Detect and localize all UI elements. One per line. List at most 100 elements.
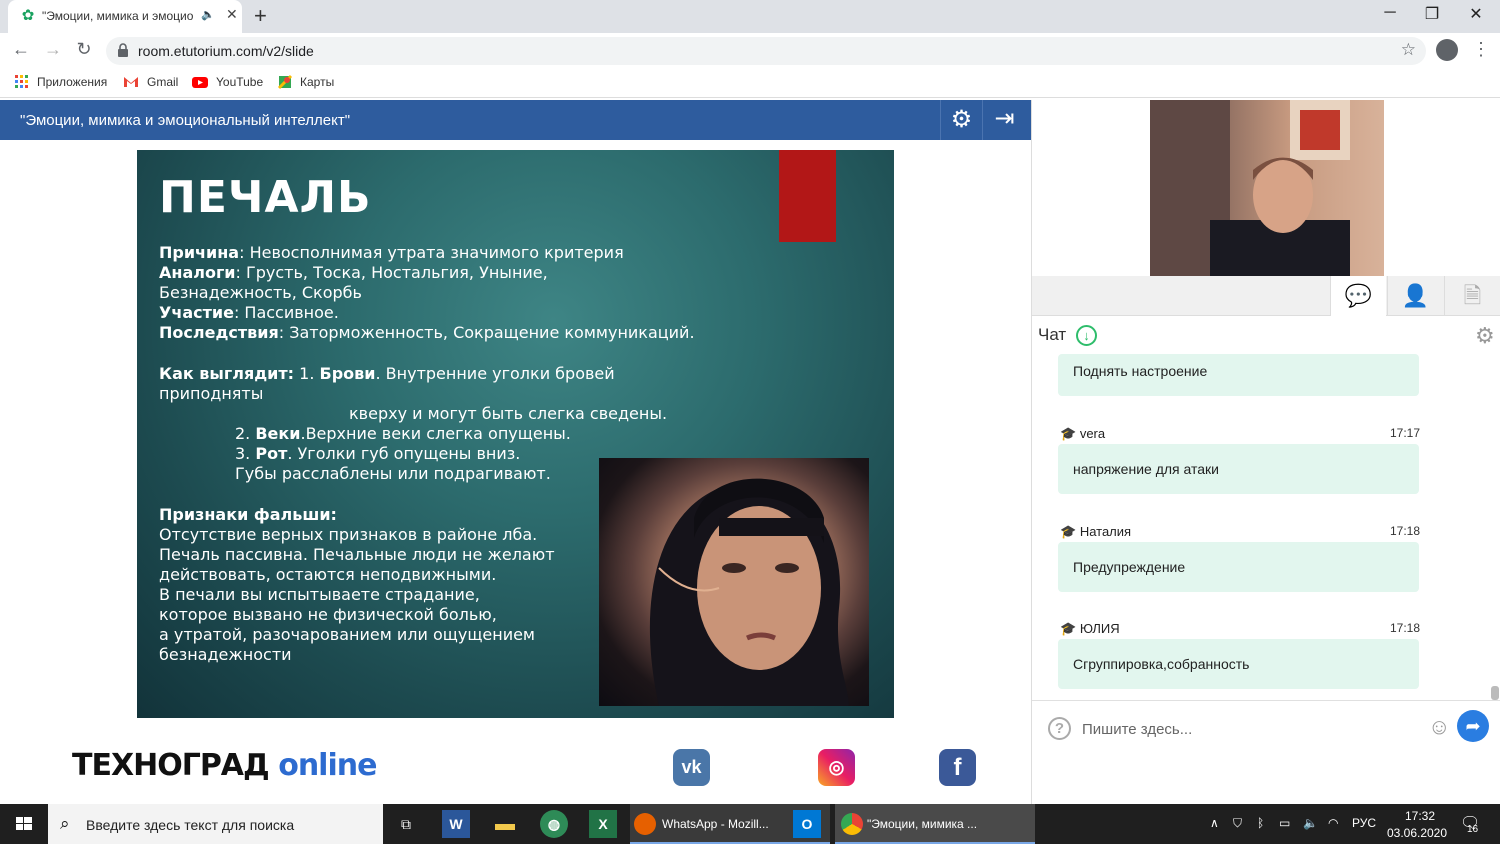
youtube-icon (192, 77, 208, 88)
facebook-icon[interactable]: f (939, 749, 976, 786)
taskbar-search-placeholder: Введите здесь текст для поиска (86, 817, 295, 833)
slide-line-consequences: Последствия: Заторможенность, Сокращение… (159, 323, 695, 342)
chat-message-author: 🎓 vera (1060, 426, 1106, 441)
presentation-slide: ПЕЧАЛЬ Причина: Невосполнимая утрата зна… (137, 150, 894, 718)
tray-expand-icon[interactable]: ∧ (1210, 816, 1219, 830)
minimize-button[interactable]: ─ (1370, 4, 1410, 22)
file-explorer-icon[interactable]: ▬ (491, 810, 519, 838)
panel-tabs: 💬 👤 🗎 (1032, 276, 1500, 316)
exit-room-icon[interactable]: ⇥ (982, 100, 1026, 140)
emoji-icon[interactable]: ☺ (1428, 714, 1450, 740)
excel-icon[interactable]: X (589, 810, 617, 838)
webinar-header: "Эмоции, мимика и эмоциональный интеллек… (0, 100, 1031, 140)
sad-woman-photo (599, 458, 869, 706)
slide-line-fs1: Отсутствие верных признаков в районе лба… (159, 525, 538, 544)
presenter-video (1150, 100, 1384, 276)
chat-message-bubble: Предупреждение (1058, 542, 1419, 592)
word-icon[interactable]: W (442, 810, 470, 838)
vk-icon[interactable]: vk (673, 749, 710, 786)
apps-grid-icon (15, 75, 28, 88)
maps-icon (277, 74, 293, 90)
send-button[interactable]: ➦ (1457, 710, 1489, 742)
chat-message-bubble: Сгруппировка,собранность (1058, 639, 1419, 689)
reload-button[interactable]: ↻ (72, 39, 96, 60)
profile-avatar-icon[interactable] (1436, 39, 1458, 61)
bookmark-youtube[interactable]: YouTube (216, 75, 263, 89)
help-icon[interactable]: ? (1048, 717, 1071, 740)
slide-red-accent (779, 150, 836, 242)
chat-composer: ? ☺ ➦ (1032, 700, 1500, 752)
technograd-logo: ТЕХНОГРАД online (72, 748, 377, 783)
maximize-button[interactable]: ❐ (1412, 4, 1452, 24)
chat-input[interactable] (1082, 715, 1422, 743)
bookmark-apps[interactable]: Приложения (37, 75, 107, 89)
slide-line-fs7: безнадежности (159, 645, 292, 664)
bookmark-maps[interactable]: Карты (300, 75, 334, 89)
slide-line-participation: Участие: Пассивное. (159, 303, 339, 322)
back-button[interactable]: ← (9, 39, 33, 60)
slide-line-fs6: а утратой, разочарованием или ощущением (159, 625, 535, 644)
settings-gear-icon[interactable]: ⚙ (940, 100, 982, 140)
slide-line-brows-cont2: кверху и могут быть слегка сведены. (349, 404, 668, 423)
tab-audio-icon[interactable]: 🔈 (201, 8, 215, 21)
chat-scrollbar[interactable] (1491, 686, 1499, 700)
tab-participants-icon[interactable]: 👤 (1387, 276, 1443, 316)
volume-icon[interactable]: 🔈 (1303, 816, 1318, 830)
battery-icon[interactable]: ▭ (1279, 816, 1290, 830)
instagram-icon[interactable]: ◎ (818, 749, 855, 786)
tab-close-icon[interactable]: ✕ (226, 6, 238, 23)
bookmark-gmail[interactable]: Gmail (147, 75, 178, 89)
tab-title: "Эмоции, мимика и эмоцио (42, 9, 194, 23)
bookmarks-bar: Приложения Gmail YouTube Карты (0, 68, 1500, 98)
clock-time[interactable]: 17:32 (1392, 809, 1448, 823)
clock-date[interactable]: 03.06.2020 (1386, 826, 1448, 840)
chat-settings-gear-icon[interactable]: ⚙ (1475, 323, 1495, 349)
task-view-icon[interactable]: ⧉ (392, 810, 420, 838)
defender-icon[interactable]: ⛉ (1233, 816, 1242, 831)
slide-line-mouth: 3. Рот. Уголки губ опущены вниз. (235, 444, 521, 463)
webinar-title: "Эмоции, мимика и эмоциональный интеллек… (20, 112, 351, 129)
search-icon: ⌕ (60, 814, 70, 833)
chat-message-time: 17:17 (1390, 426, 1421, 440)
chrome-icon (841, 813, 863, 835)
slide-line-fs4: В печали вы испытываете страдание, (159, 585, 480, 604)
windows-start-icon[interactable] (0, 804, 48, 844)
close-window-button[interactable]: ✕ (1456, 4, 1496, 24)
slide-line-analogs: Аналоги: Грусть, Тоска, Ностальгия, Унын… (159, 263, 548, 282)
chat-message-time: 17:18 (1390, 524, 1421, 538)
slide-line-fs2: Печаль пассивна. Печальные люди не желаю… (159, 545, 555, 564)
chat-message-time: 17:18 (1390, 621, 1421, 635)
slide-line-cause: Причина: Невосполнимая утрата значимого … (159, 243, 624, 262)
lock-icon (118, 43, 128, 57)
omnibox[interactable]: room.etutorium.com/v2/slide ☆ (106, 37, 1426, 65)
tab-files-icon[interactable]: 🗎 (1444, 276, 1500, 316)
slide-line-fs5: которое вызвано не физической болью, (159, 605, 497, 624)
slide-title: ПЕЧАЛЬ (159, 172, 372, 223)
firefox-icon (634, 813, 656, 835)
browser-tab-active[interactable]: ✿ "Эмоции, мимика и эмоцио 🔈 ✕ (8, 0, 242, 33)
windows-taskbar: ⌕ Введите здесь текст для поиска ⧉ W ▬ ◍… (0, 804, 1500, 844)
slide-line-brows-cont: приподняты (159, 384, 264, 403)
bluetooth-icon[interactable]: ᛒ (1257, 816, 1264, 830)
new-tab-button[interactable]: + (254, 3, 267, 29)
maps-app-icon[interactable]: ◍ (540, 810, 568, 838)
forward-button[interactable]: → (41, 39, 65, 60)
bookmark-star-icon[interactable]: ☆ (1401, 40, 1416, 60)
gmail-icon (124, 77, 138, 87)
slide-line-fs3: действовать, остаются неподвижными. (159, 565, 497, 584)
chat-message-author: 🎓 ЮЛИЯ (1060, 621, 1120, 636)
tab-chat-icon[interactable]: 💬 (1330, 276, 1386, 316)
input-language[interactable]: РУС (1352, 816, 1376, 830)
browser-tab-strip: ✿ "Эмоции, мимика и эмоцио 🔈 ✕ + ─ ❐ ✕ (0, 0, 1500, 33)
browser-menu-icon[interactable]: ⋮ (1472, 39, 1490, 60)
url-text: room.etutorium.com/v2/slide (138, 43, 314, 59)
side-panel: 💬 👤 🗎 Чат ↓ ⚙ Поднять настроение 🎓 vera … (1031, 100, 1500, 804)
taskbar-app-chrome[interactable]: "Эмоции, мимика ... (835, 804, 1035, 844)
chat-message-bubble: Поднять настроение (1058, 354, 1419, 396)
outlook-icon[interactable]: O (793, 810, 821, 838)
taskbar-search[interactable]: ⌕ Введите здесь текст для поиска (48, 804, 383, 844)
notifications-count: 16 (1467, 824, 1479, 835)
chat-download-icon[interactable]: ↓ (1076, 325, 1097, 346)
slide-line-analogs-cont: Безнадежность, Скорбь (159, 283, 362, 302)
wifi-icon[interactable]: ◠ (1328, 816, 1338, 830)
